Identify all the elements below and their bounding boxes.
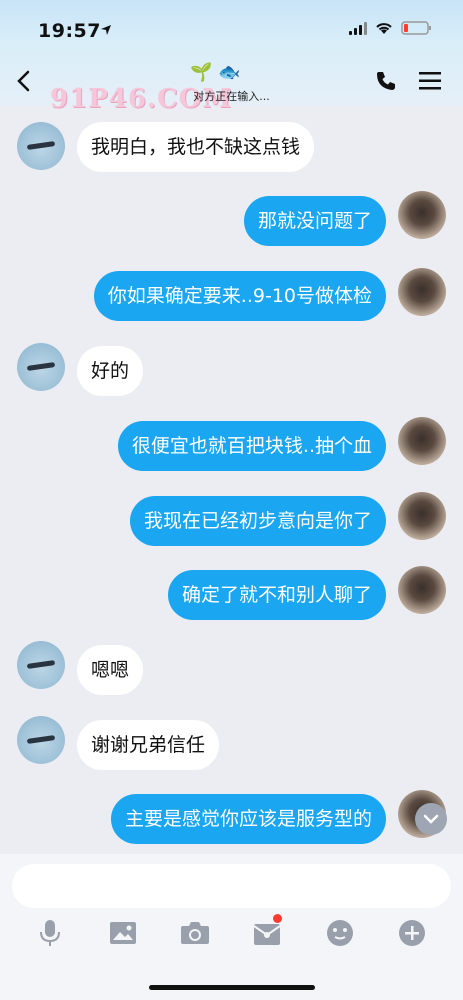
microphone-icon[interactable]	[33, 916, 67, 950]
notification-badge	[273, 914, 282, 923]
contact-avatar[interactable]	[17, 641, 65, 689]
menu-icon[interactable]	[419, 72, 441, 90]
battery-low-icon	[401, 21, 431, 35]
message-bubble-incoming[interactable]: 嗯嗯	[77, 645, 144, 695]
my-avatar[interactable]	[398, 492, 446, 540]
contact-avatar[interactable]	[17, 122, 65, 170]
my-avatar[interactable]	[398, 191, 446, 239]
message-input[interactable]	[12, 864, 451, 908]
input-toolbar	[0, 914, 463, 950]
red-packet-icon[interactable]	[250, 914, 284, 950]
home-indicator[interactable]	[149, 985, 315, 990]
message-bubble-outgoing[interactable]: 你如果确定要来..9-10号做体检	[93, 271, 386, 321]
my-avatar[interactable]	[398, 268, 446, 316]
contact-avatar[interactable]	[17, 716, 65, 764]
message-bubble-outgoing[interactable]: 主要是感觉你应该是服务型的	[110, 794, 386, 844]
emoji-icon[interactable]	[323, 916, 357, 950]
my-avatar[interactable]	[398, 417, 446, 465]
status-bar: 19:57	[0, 0, 463, 44]
contact-avatar[interactable]	[17, 343, 65, 391]
message-list[interactable]: 我明白，我也不缺这点钱 那就没问题了 你如果确定要来..9-10号做体检 好的 …	[0, 106, 463, 854]
location-arrow-icon	[101, 25, 111, 35]
message-bubble-outgoing[interactable]: 很便宜也就百把块钱..抽个血	[117, 421, 386, 471]
message-bubble-outgoing[interactable]: 确定了就不和别人聊了	[167, 570, 386, 620]
message-bubble-outgoing[interactable]: 我现在已经初步意向是你了	[129, 496, 386, 546]
plus-icon[interactable]	[395, 916, 429, 950]
status-time: 19:57	[38, 20, 101, 42]
scroll-to-bottom-button[interactable]	[415, 803, 447, 835]
message-bubble-outgoing[interactable]: 那就没问题了	[243, 196, 386, 246]
chat-header: 91P46.COM 🌱 🐟 对方正在输入...	[0, 44, 463, 114]
message-bubble-incoming[interactable]: 谢谢兄弟信任	[77, 720, 220, 770]
message-bubble-incoming[interactable]: 我明白，我也不缺这点钱	[77, 122, 315, 172]
camera-icon[interactable]	[178, 916, 212, 950]
wifi-icon	[376, 23, 392, 34]
image-icon[interactable]	[106, 916, 140, 950]
input-area	[0, 854, 463, 1000]
my-avatar[interactable]	[398, 566, 446, 614]
phone-call-icon[interactable]	[375, 70, 397, 92]
message-bubble-incoming[interactable]: 好的	[77, 346, 144, 396]
chevron-down-icon	[423, 814, 439, 824]
cellular-signal-icon	[349, 21, 367, 35]
contact-name-emoji: 🌱 🐟	[190, 62, 241, 83]
